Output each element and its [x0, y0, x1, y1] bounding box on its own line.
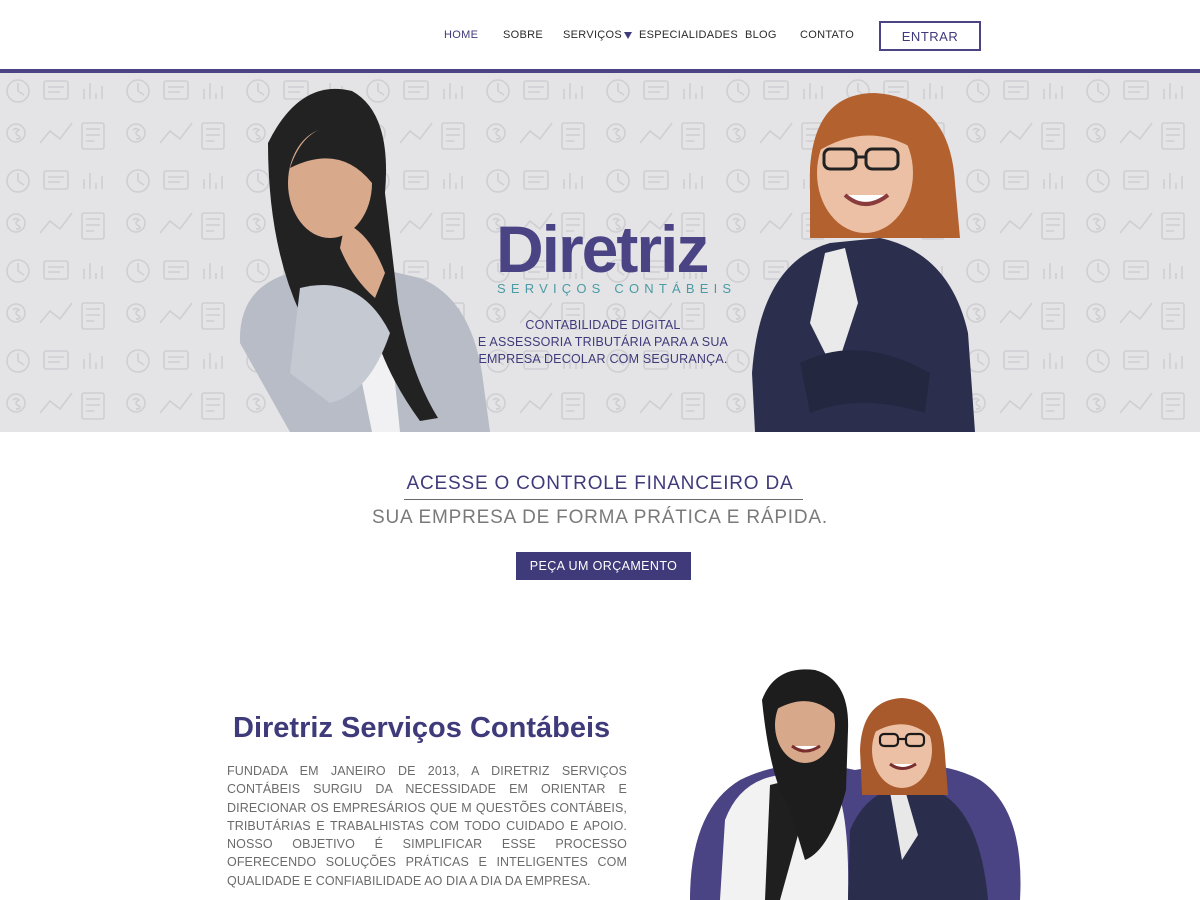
nav-home-link[interactable]: HOME	[444, 29, 478, 41]
hero-tagline-line: E ASSESSORIA TRIBUTÁRIA PARA A SUA	[477, 335, 729, 349]
nav-sobre-link[interactable]: SOBRE	[503, 29, 543, 41]
cta-divider	[404, 499, 803, 500]
nav-especialidades-link[interactable]: ESPECIALIDADES	[639, 29, 738, 41]
cta-heading-line1: ACESSE O CONTROLE FINANCEIRO DA	[406, 473, 794, 494]
hero-tagline-line: CONTABILIDADE DIGITAL	[525, 318, 681, 332]
request-quote-button[interactable]: PEÇA UM ORÇAMENTO	[516, 552, 691, 580]
nav-servicos-label: SERVIÇOS	[563, 29, 623, 41]
nav-contato-link[interactable]: CONTATO	[800, 29, 854, 41]
nav-blog-link[interactable]: BLOG	[745, 29, 777, 41]
site-header: HOME SOBRE SERVIÇOS ESPECIALIDADES BLOG …	[0, 0, 1200, 70]
hero-tagline-line: EMPRESA DECOLAR COM SEGURANÇA.	[478, 352, 728, 366]
brand-logo-wordmark: Diretriz	[496, 212, 709, 286]
caret-down-icon	[624, 32, 633, 39]
login-button[interactable]: ENTRAR	[879, 21, 981, 51]
hero-banner: Diretriz SERVIÇOS CONTÁBEIS CONTABILIDAD…	[0, 73, 1200, 432]
about-description: FUNDADA EM JANEIRO DE 2013, A DIRETRIZ S…	[227, 764, 627, 888]
hero-tagline: CONTABILIDADE DIGITAL E ASSESSORIA TRIBU…	[470, 317, 736, 368]
team-photo	[690, 669, 1021, 900]
about-title: Diretriz Serviços Contábeis	[233, 712, 611, 744]
brand-logo-subtitle: SERVIÇOS CONTÁBEIS	[497, 281, 737, 296]
cta-heading-line2: SUA EMPRESA DE FORMA PRÁTICA E RÁPIDA.	[372, 507, 828, 528]
nav-servicos-link[interactable]: SERVIÇOS	[563, 29, 633, 41]
